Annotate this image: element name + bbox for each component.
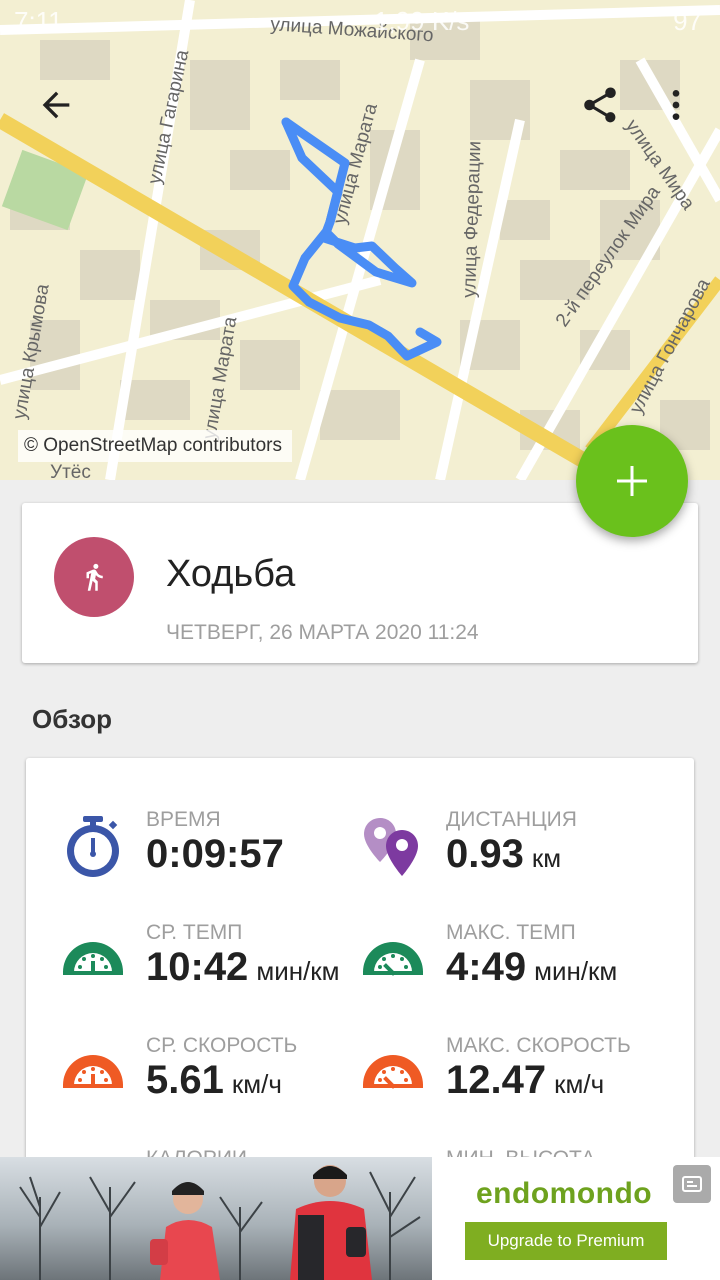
stat-value: 5.61	[146, 1058, 224, 1102]
ad-banner[interactable]: endomondo Upgrade to Premium	[0, 1157, 720, 1280]
stat-duration: ВРЕМЯ 0:09:57	[60, 808, 380, 908]
stat-label: СР. ТЕМП	[146, 921, 243, 944]
status-bar: 7:11 1,99 K/s 97	[0, 0, 720, 44]
stat-unit: мин/км	[256, 956, 340, 986]
street-label: Утёс	[50, 462, 91, 480]
stat-label: ВРЕМЯ	[146, 808, 221, 831]
stat-label: ДИСТАНЦИЯ	[446, 808, 577, 831]
upgrade-premium-button[interactable]: Upgrade to Premium	[465, 1222, 667, 1260]
back-button[interactable]	[28, 77, 84, 133]
arrow-back-icon	[42, 91, 70, 119]
stat-unit: км/ч	[554, 1069, 605, 1099]
stat-distance: ДИСТАНЦИЯ 0.93 км	[360, 808, 680, 908]
walking-icon	[54, 537, 134, 617]
workout-header-card: Ходьба ЧЕТВЕРГ, 26 МАРТА 2020 11:24	[22, 503, 698, 663]
ad-photo	[0, 1157, 432, 1280]
status-network-speed: 1,99 K/s	[374, 6, 470, 36]
stat-avg-speed: СР. СКОРОСТЬ 5.61 км/ч	[60, 1034, 380, 1134]
stat-label: МАКС. СКОРОСТЬ	[446, 1034, 631, 1057]
stat-value: 12.47	[446, 1058, 547, 1102]
workout-title: Ходьба	[166, 553, 296, 595]
more-options-button[interactable]	[648, 77, 704, 133]
add-button[interactable]	[576, 425, 688, 537]
stat-max-pace: МАКС. ТЕМП 4:49 мин/км	[360, 921, 680, 1021]
stat-unit: мин/км	[534, 956, 618, 986]
stat-value: 0:09:57	[146, 832, 284, 876]
stat-unit: км/ч	[231, 1069, 282, 1099]
ad-close-button[interactable]	[673, 1165, 711, 1203]
share-button[interactable]	[572, 77, 628, 133]
location-pins-icon	[364, 818, 418, 876]
overview-title: Обзор	[32, 704, 112, 734]
gauge-green-icon	[63, 942, 123, 989]
stat-label: МАКС. ТЕМП	[446, 921, 576, 944]
share-icon	[584, 87, 616, 123]
stat-max-speed: МАКС. СКОРОСТЬ 12.47 км/ч	[360, 1034, 680, 1134]
route-map[interactable]: улица Можайского улица Гагарина улица Ма…	[0, 0, 720, 480]
stopwatch-icon	[67, 816, 119, 877]
gauge-green-icon	[363, 942, 423, 989]
stat-value: 10:42	[146, 945, 249, 989]
status-battery: 97	[673, 6, 702, 36]
stat-unit: км	[531, 843, 562, 873]
workout-date: ЧЕТВЕРГ, 26 МАРТА 2020 11:24	[166, 621, 479, 644]
overview-stats-card: ВРЕМЯ 0:09:57 ДИСТАНЦИЯ 0.93 км СР. ТЕМП …	[26, 758, 694, 1198]
ad-choice-icon	[682, 1176, 702, 1192]
plus-icon	[617, 466, 647, 496]
stat-avg-pace: СР. ТЕМП 10:42 мин/км	[60, 921, 380, 1021]
stat-label: СР. СКОРОСТЬ	[146, 1034, 298, 1057]
gauge-orange-icon	[63, 1055, 123, 1102]
endomondo-logo: endomondo	[476, 1177, 653, 1210]
map-tiles: улица Можайского улица Гагарина улица Ма…	[0, 0, 720, 480]
more-vert-icon	[672, 90, 680, 120]
status-time: 7:11	[14, 6, 63, 36]
stat-value: 0.93	[446, 832, 524, 876]
map-credit[interactable]: © OpenStreetMap contributors	[18, 430, 292, 462]
stat-value: 4:49	[446, 945, 527, 989]
gauge-orange-icon	[363, 1055, 423, 1102]
